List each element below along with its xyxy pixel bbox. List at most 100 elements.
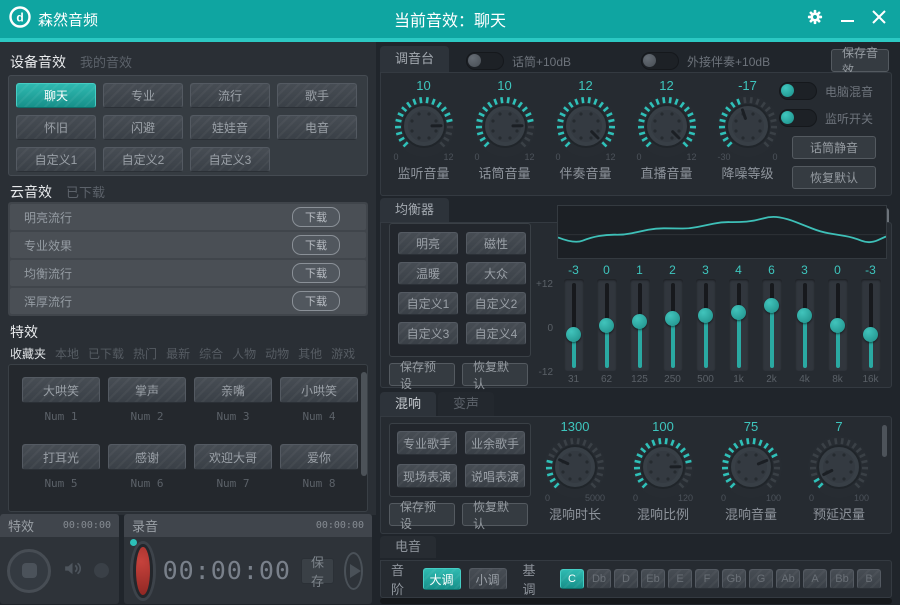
cloud-effects-title[interactable]: 云音效: [10, 182, 52, 202]
key-button[interactable]: Db: [587, 569, 611, 589]
toggle-switch[interactable]: [779, 82, 817, 100]
effect-button[interactable]: 欢迎大哥: [194, 444, 272, 470]
eq-band-slider[interactable]: [795, 279, 815, 371]
device-effect-button[interactable]: 怀旧: [16, 115, 96, 140]
tab-mixer[interactable]: 调音台: [380, 46, 449, 72]
record-progress-handle[interactable]: [130, 539, 137, 546]
eq-band-slider[interactable]: [828, 279, 848, 371]
effects-category-tab[interactable]: 已下载: [88, 345, 124, 362]
eq-slider-handle[interactable]: [731, 305, 746, 320]
eq-reset-button[interactable]: 恢复默认: [462, 363, 528, 386]
bottom-scrollbar-track[interactable]: [380, 598, 892, 604]
effects-category-tab[interactable]: 综合: [199, 345, 223, 362]
device-effect-button[interactable]: 歌手: [277, 83, 357, 108]
minimize-icon[interactable]: [841, 20, 854, 22]
effect-button[interactable]: 亲嘴: [194, 377, 272, 403]
eq-slider-handle[interactable]: [599, 318, 614, 333]
eq-preset-button[interactable]: 自定义4: [466, 322, 526, 345]
effects-scrollbar[interactable]: [361, 372, 367, 476]
gear-icon[interactable]: [807, 9, 823, 30]
device-effect-button[interactable]: 自定义2: [103, 147, 183, 172]
reverb-reset-button[interactable]: 恢复默认: [462, 503, 528, 526]
eq-slider-handle[interactable]: [830, 318, 845, 333]
toggle-switch[interactable]: [779, 109, 817, 127]
device-effect-button[interactable]: 电音: [277, 115, 357, 140]
effect-button[interactable]: 大哄笑: [22, 377, 100, 403]
eq-preset-button[interactable]: 温暖: [398, 262, 458, 285]
key-button[interactable]: D: [614, 569, 638, 589]
download-button[interactable]: 下载: [292, 263, 340, 283]
device-effect-button[interactable]: 自定义1: [16, 147, 96, 172]
cloud-effects-downloaded-tab[interactable]: 已下载: [66, 182, 105, 202]
eq-slider-handle[interactable]: [632, 314, 647, 329]
effect-button[interactable]: 掌声: [108, 377, 186, 403]
eq-slider-handle[interactable]: [863, 327, 878, 342]
knob-dial[interactable]: [392, 94, 456, 158]
reverb-preset-button[interactable]: 现场表演: [397, 464, 457, 488]
knob-dial[interactable]: [631, 435, 695, 499]
eq-slider-handle[interactable]: [764, 298, 779, 313]
save-effect-button[interactable]: 保存音效: [831, 49, 889, 72]
mixer-reset-button[interactable]: 恢复默认: [792, 166, 876, 189]
device-effect-button[interactable]: 娃娃音: [190, 115, 270, 140]
eq-band-slider[interactable]: [630, 279, 650, 371]
device-effect-button[interactable]: 聊天: [16, 83, 96, 108]
eq-save-preset-button[interactable]: 保存预设: [389, 363, 455, 386]
key-button[interactable]: C: [560, 569, 584, 589]
device-effect-button[interactable]: 闪避: [103, 115, 183, 140]
eq-band-slider[interactable]: [729, 279, 749, 371]
download-button[interactable]: 下载: [292, 235, 340, 255]
eq-band-slider[interactable]: [663, 279, 683, 371]
key-button[interactable]: B: [857, 569, 881, 589]
eq-preset-button[interactable]: 自定义1: [398, 292, 458, 315]
record-save-button[interactable]: 保存: [301, 558, 334, 584]
eq-band-slider[interactable]: [762, 279, 782, 371]
key-button[interactable]: F: [695, 569, 719, 589]
effect-button[interactable]: 小哄笑: [280, 377, 358, 403]
device-effect-tab[interactable]: 设备音效: [10, 52, 66, 72]
download-button[interactable]: 下载: [292, 207, 340, 227]
device-effect-tab[interactable]: 我的音效: [80, 52, 132, 72]
eq-preset-button[interactable]: 自定义3: [398, 322, 458, 345]
knob-dial[interactable]: [716, 94, 780, 158]
eq-preset-button[interactable]: 大众: [466, 262, 526, 285]
fx-stop-button[interactable]: [7, 549, 51, 593]
knob-dial[interactable]: [719, 435, 783, 499]
eq-slider-handle[interactable]: [566, 327, 581, 342]
reverb-tab[interactable]: 变声: [438, 392, 494, 416]
record-button[interactable]: [133, 544, 153, 598]
download-button[interactable]: 下载: [292, 291, 340, 311]
eq-band-slider[interactable]: [696, 279, 716, 371]
tab-equalizer[interactable]: 均衡器: [380, 198, 449, 222]
knob-dial[interactable]: [554, 94, 618, 158]
effects-category-tab[interactable]: 本地: [55, 345, 79, 362]
scale-mode-button[interactable]: 大调: [423, 568, 461, 590]
effects-category-tab[interactable]: 其他: [298, 345, 322, 362]
eq-band-slider[interactable]: [597, 279, 617, 371]
effects-category-tab[interactable]: 收藏夹: [10, 345, 46, 362]
key-button[interactable]: A: [803, 569, 827, 589]
eq-slider-handle[interactable]: [797, 308, 812, 323]
key-button[interactable]: E: [668, 569, 692, 589]
knob-dial[interactable]: [635, 94, 699, 158]
fx-record-dot-button[interactable]: [94, 563, 109, 578]
effects-category-tab[interactable]: 人物: [232, 345, 256, 362]
knob-dial[interactable]: [473, 94, 537, 158]
reverb-preset-button[interactable]: 业余歌手: [465, 431, 525, 455]
record-play-button[interactable]: [344, 552, 363, 590]
reverb-tab[interactable]: 混响: [380, 392, 436, 416]
reverb-save-preset-button[interactable]: 保存预设: [389, 503, 455, 526]
toggle-switch[interactable]: [466, 52, 504, 70]
knob-dial[interactable]: [543, 435, 607, 499]
key-button[interactable]: G: [749, 569, 773, 589]
eq-preset-button[interactable]: 自定义2: [466, 292, 526, 315]
eq-preset-button[interactable]: 明亮: [398, 232, 458, 255]
eq-slider-handle[interactable]: [665, 311, 680, 326]
effects-category-tab[interactable]: 游戏: [331, 345, 355, 362]
effects-category-tab[interactable]: 最新: [166, 345, 190, 362]
tab-electronic[interactable]: 电音: [380, 536, 436, 558]
scale-mode-button[interactable]: 小调: [469, 568, 507, 590]
reverb-preset-button[interactable]: 说唱表演: [465, 464, 525, 488]
effects-category-tab[interactable]: 动物: [265, 345, 289, 362]
device-effect-button[interactable]: 专业: [103, 83, 183, 108]
